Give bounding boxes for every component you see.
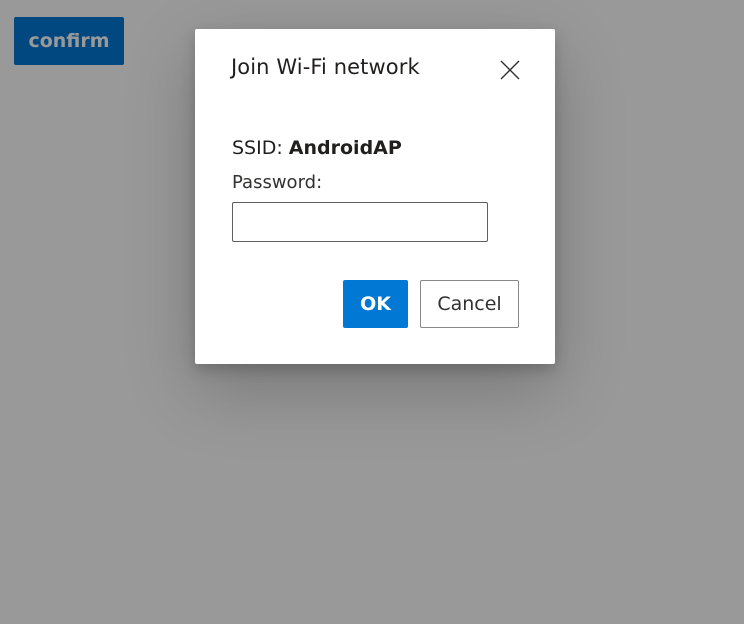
dialog-title: Join Wi-Fi network xyxy=(231,55,420,79)
ssid-label: SSID: xyxy=(232,137,289,159)
ssid-row: SSID: AndroidAP xyxy=(232,137,402,159)
password-label: Password: xyxy=(232,172,323,193)
close-button[interactable] xyxy=(493,53,527,87)
cancel-button[interactable]: Cancel xyxy=(420,280,519,328)
page: confirm Join Wi-Fi network SSID: Android… xyxy=(0,0,744,624)
close-icon xyxy=(500,60,520,80)
ok-button[interactable]: OK xyxy=(343,280,408,328)
password-input[interactable] xyxy=(232,202,488,242)
join-wifi-dialog: Join Wi-Fi network SSID: AndroidAP Passw… xyxy=(195,29,555,364)
ssid-value: AndroidAP xyxy=(288,137,402,159)
